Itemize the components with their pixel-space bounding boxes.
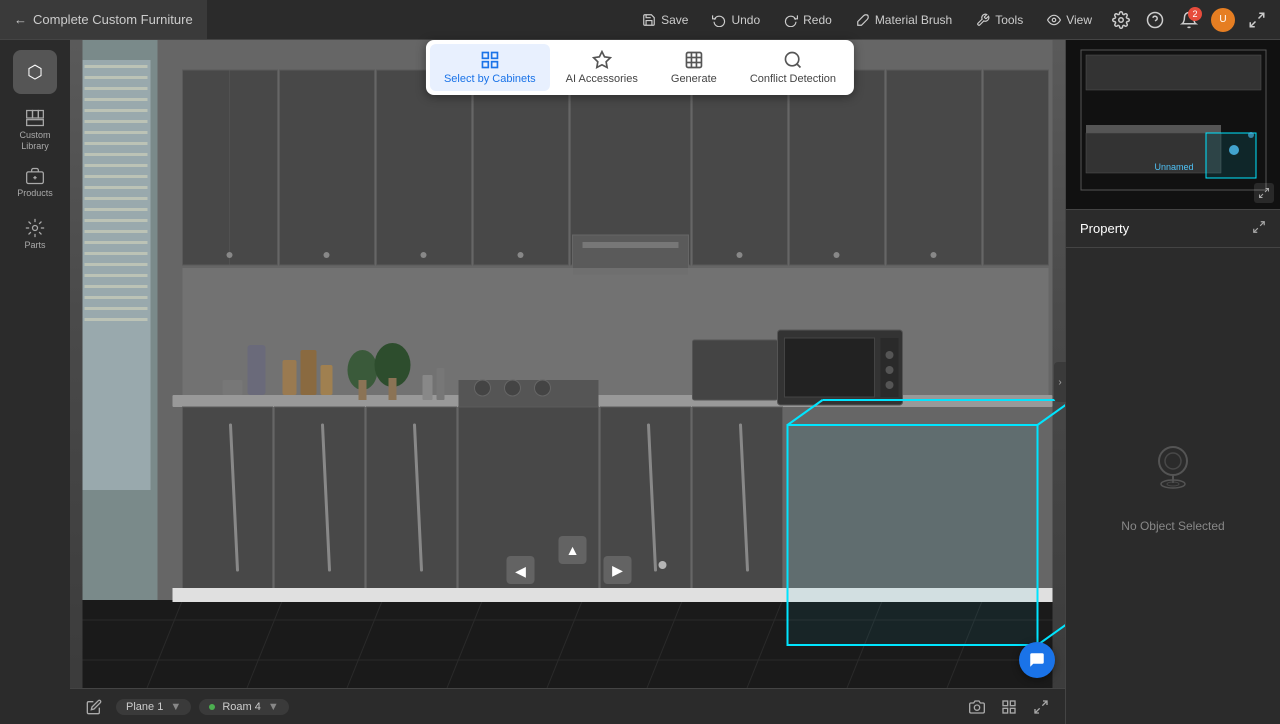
- fullscreen-button[interactable]: [1242, 5, 1272, 35]
- fullscreen-view-icon: [1033, 699, 1049, 715]
- no-object-icon: [1143, 439, 1203, 509]
- material-brush-button[interactable]: Material Brush: [846, 9, 962, 31]
- edit-icon: [86, 699, 102, 715]
- back-icon: ←: [14, 12, 27, 27]
- generate-button[interactable]: Generate: [654, 44, 734, 91]
- chat-icon: [1028, 651, 1046, 669]
- header-actions: Save Undo Redo Material Brush Tools View: [624, 5, 1280, 35]
- no-object-text: No Object Selected: [1121, 519, 1224, 533]
- roam-status-dot: [209, 704, 215, 710]
- property-title: Property: [1080, 221, 1129, 236]
- minimap[interactable]: Unnamed: [1066, 40, 1280, 210]
- fullscreen-view-button[interactable]: [1027, 693, 1055, 721]
- expand-property-icon: [1252, 220, 1266, 234]
- toolbar: Select by Cabinets AI Accessories Genera…: [426, 40, 854, 95]
- bottom-right-actions: [963, 693, 1055, 721]
- edit-button[interactable]: [80, 693, 108, 721]
- kitchen-scene[interactable]: ◀ ▲ ▶: [70, 40, 1065, 724]
- grid-icon: [1001, 699, 1017, 715]
- property-header: Property: [1066, 210, 1280, 248]
- chat-button[interactable]: [1019, 642, 1055, 678]
- avatar-button[interactable]: U: [1208, 5, 1238, 35]
- sidebar-logo[interactable]: ⬡: [13, 50, 57, 94]
- view-button[interactable]: View: [1037, 9, 1102, 31]
- svg-text:Unnamed: Unnamed: [1154, 162, 1193, 172]
- property-content: No Object Selected: [1066, 248, 1280, 724]
- ai-accessories-button[interactable]: AI Accessories: [552, 44, 652, 91]
- back-button[interactable]: ← Complete Custom Furniture: [0, 0, 207, 39]
- notification-button[interactable]: 2: [1174, 5, 1204, 35]
- bottom-bar: Plane 1 ▼ Roam 4 ▼: [70, 688, 1065, 724]
- save-button[interactable]: Save: [632, 9, 698, 31]
- fullscreen-icon: [1248, 11, 1266, 29]
- property-expand-button[interactable]: [1252, 220, 1266, 237]
- undo-button[interactable]: Undo: [702, 9, 770, 31]
- roam-selector[interactable]: Roam 4 ▼: [199, 699, 289, 715]
- viewport[interactable]: ◀ ▲ ▶: [70, 40, 1065, 724]
- notification-badge: 2: [1188, 7, 1202, 21]
- minimap-expand-button[interactable]: [1254, 183, 1274, 203]
- sidebar-label: CustomLibrary: [19, 130, 50, 152]
- help-button[interactable]: [1140, 5, 1170, 35]
- left-sidebar: ⬡ CustomLibrary Products Parts: [0, 40, 70, 724]
- sidebar-item-products[interactable]: Products: [7, 158, 63, 206]
- sidebar-item-custom-library[interactable]: CustomLibrary: [7, 106, 63, 154]
- settings-icon: [1112, 11, 1130, 29]
- svg-text:▲: ▲: [566, 542, 580, 558]
- panel-collapse-button[interactable]: ›: [1054, 362, 1066, 402]
- camera-icon: [969, 699, 985, 715]
- avatar: U: [1211, 8, 1235, 32]
- select-by-cabinets-button[interactable]: Select by Cabinets: [430, 44, 550, 91]
- sidebar-label: Parts: [24, 240, 45, 250]
- app-title: Complete Custom Furniture: [33, 12, 193, 27]
- help-icon: [1146, 11, 1164, 29]
- property-panel: Property No Object Selected: [1066, 210, 1280, 724]
- settings-button[interactable]: [1106, 5, 1136, 35]
- sidebar-item-parts[interactable]: Parts: [7, 210, 63, 258]
- grid-view-button[interactable]: [995, 693, 1023, 721]
- plane-selector[interactable]: Plane 1 ▼: [116, 699, 191, 715]
- header: ← Complete Custom Furniture Save Undo Re…: [0, 0, 1280, 40]
- camera-button[interactable]: [963, 693, 991, 721]
- svg-text:▶: ▶: [612, 562, 623, 578]
- redo-button[interactable]: Redo: [774, 9, 842, 31]
- svg-text:◀: ◀: [515, 563, 526, 579]
- conflict-detection-button[interactable]: Conflict Detection: [736, 44, 850, 91]
- right-panel: › Unnamed: [1065, 40, 1280, 724]
- sidebar-label: Products: [17, 188, 53, 198]
- expand-icon: [1258, 187, 1270, 199]
- tools-button[interactable]: Tools: [966, 9, 1033, 31]
